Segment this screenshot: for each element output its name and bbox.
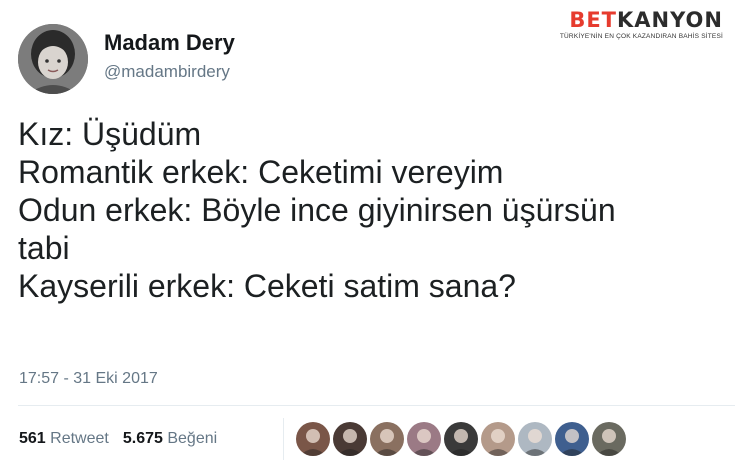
stats-separator [283,418,284,460]
tweet-line: Kız: Üşüdüm [18,116,202,152]
retweets-count: 561 [19,430,46,447]
liker-avatar-4-icon[interactable] [407,422,441,456]
liker-avatar-5-icon[interactable] [444,422,478,456]
likes-label: Beğeni [167,430,218,447]
retweets-label: Retweet [50,430,109,447]
user-display-name[interactable]: Madam Dery [104,30,235,56]
tweet-line: Kayserili erkek: Ceketi satim sana? [18,268,516,304]
liker-avatar-7-icon[interactable] [518,422,552,456]
tweet-text: Kız: Üşüdüm Romantik erkek: Ceketimi ver… [18,115,735,305]
tweet-timestamp[interactable]: 17:57 - 31 Eki 2017 [19,370,158,388]
tweet-stats: 561 Retweet 5.675 Beğeni [19,430,217,448]
liker-avatar-9-icon[interactable] [592,422,626,456]
tweet-line: tabi [18,230,70,266]
brand-watermark: BETKANYON TÜRKİYE'NİN EN ÇOK KAZANDIRAN … [560,8,723,40]
liker-avatar-3-icon[interactable] [370,422,404,456]
retweets-stat[interactable]: 561 Retweet [19,430,109,447]
user-handle[interactable]: @madambirdery [104,62,230,82]
likers-avatars [296,422,629,460]
tweet-line: Romantik erkek: Ceketimi vereyim [18,154,504,190]
likes-count: 5.675 [122,430,163,447]
user-avatar[interactable] [18,24,88,94]
brand-tagline: TÜRKİYE'NİN EN ÇOK KAZANDIRAN BAHİS SİTE… [559,33,723,40]
tweet-line: Odun erkek: Böyle ince giyinirsen üşürsü… [18,192,616,228]
liker-avatar-1-icon[interactable] [296,422,330,456]
brand-logo: BETKANYON [560,8,723,32]
liker-avatar-6-icon[interactable] [481,422,515,456]
liker-avatar-8-icon[interactable] [555,422,589,456]
divider [18,405,735,406]
brand-logo-part2: KANYON [617,8,723,32]
likes-stat[interactable]: 5.675 Beğeni [123,430,217,447]
brand-logo-part1: BET [569,8,617,32]
liker-avatar-2-icon[interactable] [333,422,367,456]
tweet-card: Madam Dery @madambirdery BETKANYON TÜRKİ… [0,0,735,475]
